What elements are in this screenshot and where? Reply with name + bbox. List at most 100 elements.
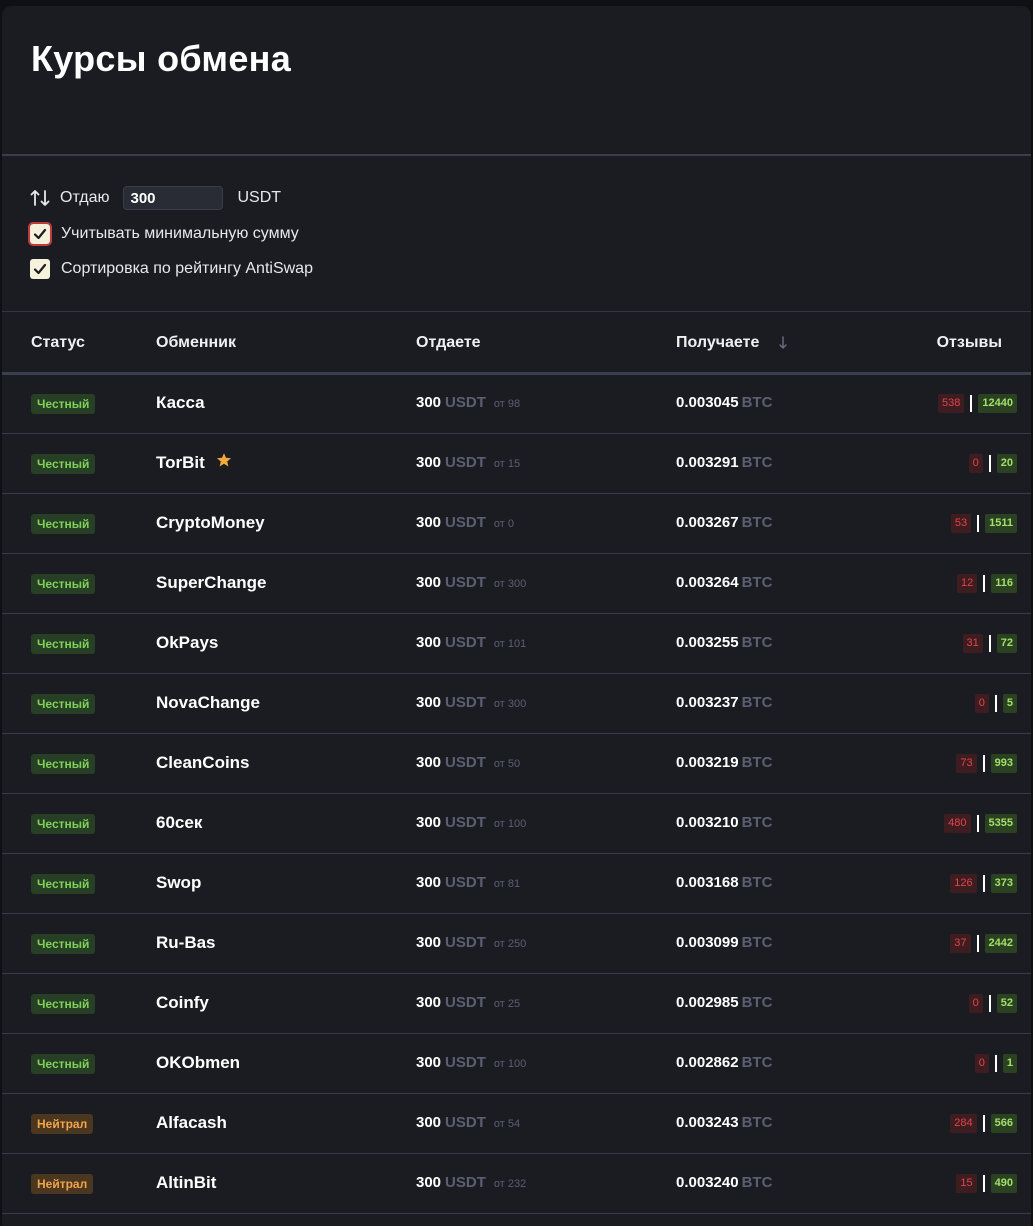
positive-reviews-count[interactable]: 52 bbox=[996, 994, 1017, 1013]
sort-rating-checkbox[interactable] bbox=[30, 259, 50, 279]
reviews-cell[interactable]: 538 12440 bbox=[938, 394, 1017, 413]
negative-reviews-count[interactable]: 284 bbox=[950, 1114, 977, 1133]
give-amount: 300 bbox=[416, 1174, 442, 1191]
positive-reviews-count[interactable]: 993 bbox=[990, 754, 1017, 773]
sort-rating-option[interactable]: Сортировка по рейтингу AntiSwap bbox=[30, 258, 313, 280]
table-row[interactable]: Честный CryptoMoney 300 USDT от 0 0.003267… bbox=[2, 494, 1031, 554]
exchanger-name[interactable]: OKObmen bbox=[156, 1053, 240, 1073]
exchanger-name[interactable]: Coinfy bbox=[156, 993, 209, 1013]
negative-reviews-count[interactable]: 73 bbox=[956, 754, 977, 773]
exchanger-name[interactable]: Касса bbox=[156, 393, 205, 413]
status-badge: Честный bbox=[31, 574, 96, 594]
reviews-cell[interactable]: 73 993 bbox=[956, 754, 1017, 773]
header-exchanger[interactable]: Обменник bbox=[156, 334, 236, 352]
reviews-cell[interactable]: 0 52 bbox=[968, 994, 1017, 1013]
exchanger-name[interactable]: 60сек bbox=[156, 813, 202, 833]
min-amount: от 100 bbox=[493, 1058, 527, 1070]
exchanger-name[interactable]: CryptoMoney bbox=[156, 513, 265, 533]
exchanger-name[interactable]: CleanCoins bbox=[156, 753, 250, 773]
header-give[interactable]: Отдаете bbox=[416, 334, 481, 352]
reviews-cell[interactable]: 0 1 bbox=[974, 1054, 1017, 1073]
negative-reviews-count[interactable]: 538 bbox=[938, 394, 965, 413]
table-row[interactable]: Нейтрал Alfacash 300 USDT от 54 0.003243 BT… bbox=[2, 1094, 1031, 1154]
table-row[interactable]: Нейтрал AltinBit 300 USDT от 232 0.003240 B… bbox=[2, 1154, 1031, 1214]
exchanger-name[interactable]: OkPays bbox=[156, 633, 218, 653]
table-row[interactable]: Честный SuperChange 300 USDT от 300 0.0032… bbox=[2, 554, 1031, 614]
get-amount: 0.003243 bbox=[676, 1114, 739, 1131]
negative-reviews-count[interactable]: 0 bbox=[968, 454, 983, 473]
negative-reviews-count[interactable]: 31 bbox=[962, 634, 983, 653]
min-sum-option[interactable]: Учитывать минимальную сумму bbox=[28, 222, 313, 246]
positive-reviews-count[interactable]: 566 bbox=[990, 1114, 1017, 1133]
table-row[interactable]: Честный CleanCoins 300 USDT от 50 0.003219… bbox=[2, 734, 1031, 794]
header-status[interactable]: Статус bbox=[31, 334, 85, 352]
give-amount: 300 bbox=[416, 874, 442, 891]
negative-reviews-count[interactable]: 126 bbox=[950, 874, 977, 893]
exchanger-name[interactable]: AltinBit bbox=[156, 1173, 216, 1193]
positive-reviews-count[interactable]: 72 bbox=[996, 634, 1017, 653]
exchanger-name[interactable]: Ru-Bas bbox=[156, 933, 216, 953]
negative-reviews-count[interactable]: 12 bbox=[957, 574, 978, 593]
negative-reviews-count[interactable]: 37 bbox=[950, 934, 971, 953]
negative-reviews-count[interactable]: 0 bbox=[974, 1054, 989, 1073]
positive-reviews-count[interactable]: 12440 bbox=[978, 394, 1017, 413]
min-amount: от 232 bbox=[493, 1178, 527, 1190]
status-badge: Честный bbox=[31, 454, 96, 474]
exchanger-name[interactable]: Swop bbox=[156, 873, 201, 893]
give-currency: USDT bbox=[445, 454, 486, 471]
table-row[interactable]: Честный OkPays 300 USDT от 101 0.003255 BTC… bbox=[2, 614, 1031, 674]
negative-reviews-count[interactable]: 480 bbox=[944, 814, 971, 833]
reviews-cell[interactable]: 0 20 bbox=[968, 454, 1017, 473]
table-row[interactable]: Честный Swop 300 USDT от 81 0.003168 BTC 12… bbox=[2, 854, 1031, 914]
negative-reviews-count[interactable]: 15 bbox=[956, 1174, 977, 1193]
swap-arrows-icon[interactable] bbox=[30, 188, 50, 208]
status-badge: Нейтрал bbox=[31, 1114, 94, 1134]
positive-reviews-count[interactable]: 1511 bbox=[985, 514, 1017, 533]
get-cell: 0.003240 BTC bbox=[676, 1174, 772, 1191]
negative-reviews-count[interactable]: 0 bbox=[974, 694, 989, 713]
get-cell: 0.002985 BTC bbox=[676, 994, 772, 1011]
table-row[interactable]: Честный TorBit 300 USDT от 15 0.003291 BTC … bbox=[2, 434, 1031, 494]
reviews-cell[interactable]: 31 72 bbox=[962, 634, 1017, 653]
positive-reviews-count[interactable]: 2442 bbox=[984, 934, 1017, 953]
positive-reviews-count[interactable]: 1 bbox=[1002, 1054, 1017, 1073]
positive-reviews-count[interactable]: 490 bbox=[990, 1174, 1017, 1193]
give-currency: USDT bbox=[445, 634, 486, 651]
header-reviews[interactable]: Отзывы bbox=[937, 334, 1002, 352]
header-get[interactable]: Получаете bbox=[676, 334, 759, 352]
negative-reviews-count[interactable]: 53 bbox=[950, 514, 972, 533]
exchanger-name[interactable]: Alfacash bbox=[156, 1113, 227, 1133]
positive-reviews-count[interactable]: 5 bbox=[1002, 694, 1017, 713]
table-row[interactable]: Честный 60сек 300 USDT от 100 0.003210 BTC … bbox=[2, 794, 1031, 854]
table-row[interactable]: Честный Касса 300 USDT от 98 0.003045 BTC 5… bbox=[2, 374, 1031, 434]
negative-reviews-count[interactable]: 0 bbox=[968, 994, 983, 1013]
amount-input[interactable] bbox=[123, 186, 224, 210]
exchanger-name[interactable]: SuperChange bbox=[156, 573, 267, 593]
reviews-cell[interactable]: 15 490 bbox=[956, 1174, 1017, 1193]
reviews-cell[interactable]: 126 373 bbox=[950, 874, 1017, 893]
table-row[interactable]: Честный NovaChange 300 USDT от 300 0.00323… bbox=[2, 674, 1031, 734]
positive-reviews-count[interactable]: 373 bbox=[990, 874, 1017, 893]
sort-down-arrow-icon[interactable] bbox=[778, 336, 788, 350]
reviews-cell[interactable]: 284 566 bbox=[950, 1114, 1017, 1133]
give-cell: 300 USDT от 300 bbox=[416, 574, 526, 591]
reviews-cell[interactable]: 0 5 bbox=[974, 694, 1017, 713]
get-cell: 0.003267 BTC bbox=[676, 514, 772, 531]
reviews-separator bbox=[982, 875, 985, 892]
positive-reviews-count[interactable]: 20 bbox=[996, 454, 1017, 473]
reviews-cell[interactable]: 480 5355 bbox=[944, 814, 1017, 833]
table-row[interactable]: Честный OKObmen 300 USDT от 100 0.002862 BT… bbox=[2, 1034, 1031, 1094]
exchanger-name[interactable]: TorBit bbox=[156, 453, 205, 473]
reviews-cell[interactable]: 53 1511 bbox=[950, 514, 1017, 533]
reviews-cell[interactable]: 37 2442 bbox=[950, 934, 1017, 953]
status-badge: Честный bbox=[31, 1054, 96, 1074]
positive-reviews-count[interactable]: 5355 bbox=[984, 814, 1017, 833]
give-amount: 300 bbox=[416, 994, 442, 1011]
reviews-cell[interactable]: 12 116 bbox=[957, 574, 1017, 593]
table-row[interactable]: Честный Ru-Bas 300 USDT от 250 0.003099 BTC… bbox=[2, 914, 1031, 974]
give-cell: 300 USDT от 100 bbox=[416, 1054, 526, 1071]
exchanger-name[interactable]: NovaChange bbox=[156, 693, 260, 713]
table-row[interactable]: Честный Coinfy 300 USDT от 25 0.002985 BTC … bbox=[2, 974, 1031, 1034]
positive-reviews-count[interactable]: 116 bbox=[991, 574, 1017, 593]
min-sum-checkbox[interactable] bbox=[28, 222, 52, 246]
